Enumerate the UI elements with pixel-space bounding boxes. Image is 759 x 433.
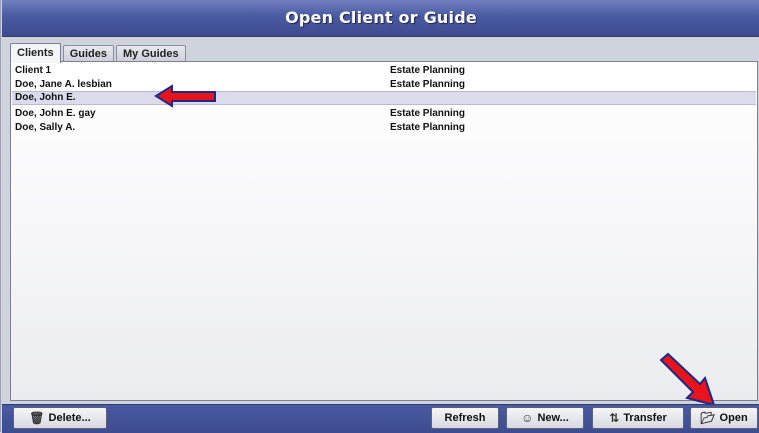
transfer-button[interactable]: ⇅ Transfer xyxy=(592,407,684,429)
client-type: Estate Planning xyxy=(390,122,466,133)
delete-button[interactable]: 🗑︎ Delete... xyxy=(13,407,107,429)
window-title: Open Client or Guide xyxy=(285,8,477,27)
client-name: Doe, John E. gay xyxy=(15,108,96,119)
list-item[interactable]: Client 1 Estate Planning xyxy=(12,64,756,77)
client-list[interactable]: Client 1 Estate Planning Doe, Jane A. le… xyxy=(10,61,758,401)
trash-icon: 🗑︎ xyxy=(29,411,45,425)
new-button[interactable]: ☺ New... xyxy=(506,407,584,429)
delete-button-label: Delete... xyxy=(48,412,91,424)
list-item[interactable]: Doe, Sally A. Estate Planning xyxy=(12,121,756,134)
client-name: Client 1 xyxy=(15,65,52,76)
transfer-icon: ⇅ xyxy=(609,411,620,425)
tab-bar: Clients Guides My Guides xyxy=(10,43,188,63)
client-type: Estate Planning xyxy=(390,79,466,90)
client-type: Estate Planning xyxy=(390,65,466,76)
list-item-selected[interactable]: Doe, John E. xyxy=(12,91,756,105)
client-name: Doe, John E. xyxy=(15,92,76,103)
refresh-button-label: Refresh xyxy=(444,412,486,424)
open-folder-icon: 📂︎ xyxy=(700,411,716,425)
annotation-arrow-left xyxy=(154,84,216,108)
title-bar[interactable]: Open Client or Guide xyxy=(2,0,759,37)
annotation-arrow-down-right xyxy=(659,352,716,407)
client-type: Estate Planning xyxy=(390,108,466,119)
open-button-label: Open xyxy=(719,412,748,424)
list-item[interactable]: Doe, John E. gay Estate Planning xyxy=(12,107,756,120)
transfer-button-label: Transfer xyxy=(623,412,667,424)
list-item[interactable]: Doe, Jane A. lesbian Estate Planning xyxy=(12,78,756,91)
refresh-button[interactable]: Refresh xyxy=(431,407,499,429)
client-name: Doe, Sally A. xyxy=(15,122,76,133)
client-name: Doe, Jane A. lesbian xyxy=(15,79,112,90)
tab-clients[interactable]: Clients xyxy=(10,43,61,63)
open-button[interactable]: 📂︎ Open xyxy=(690,407,758,429)
new-button-label: New... xyxy=(537,412,569,424)
add-user-icon: ☺ xyxy=(521,411,534,425)
open-client-dialog: Open Client or Guide Clients Guides My G… xyxy=(0,0,759,433)
